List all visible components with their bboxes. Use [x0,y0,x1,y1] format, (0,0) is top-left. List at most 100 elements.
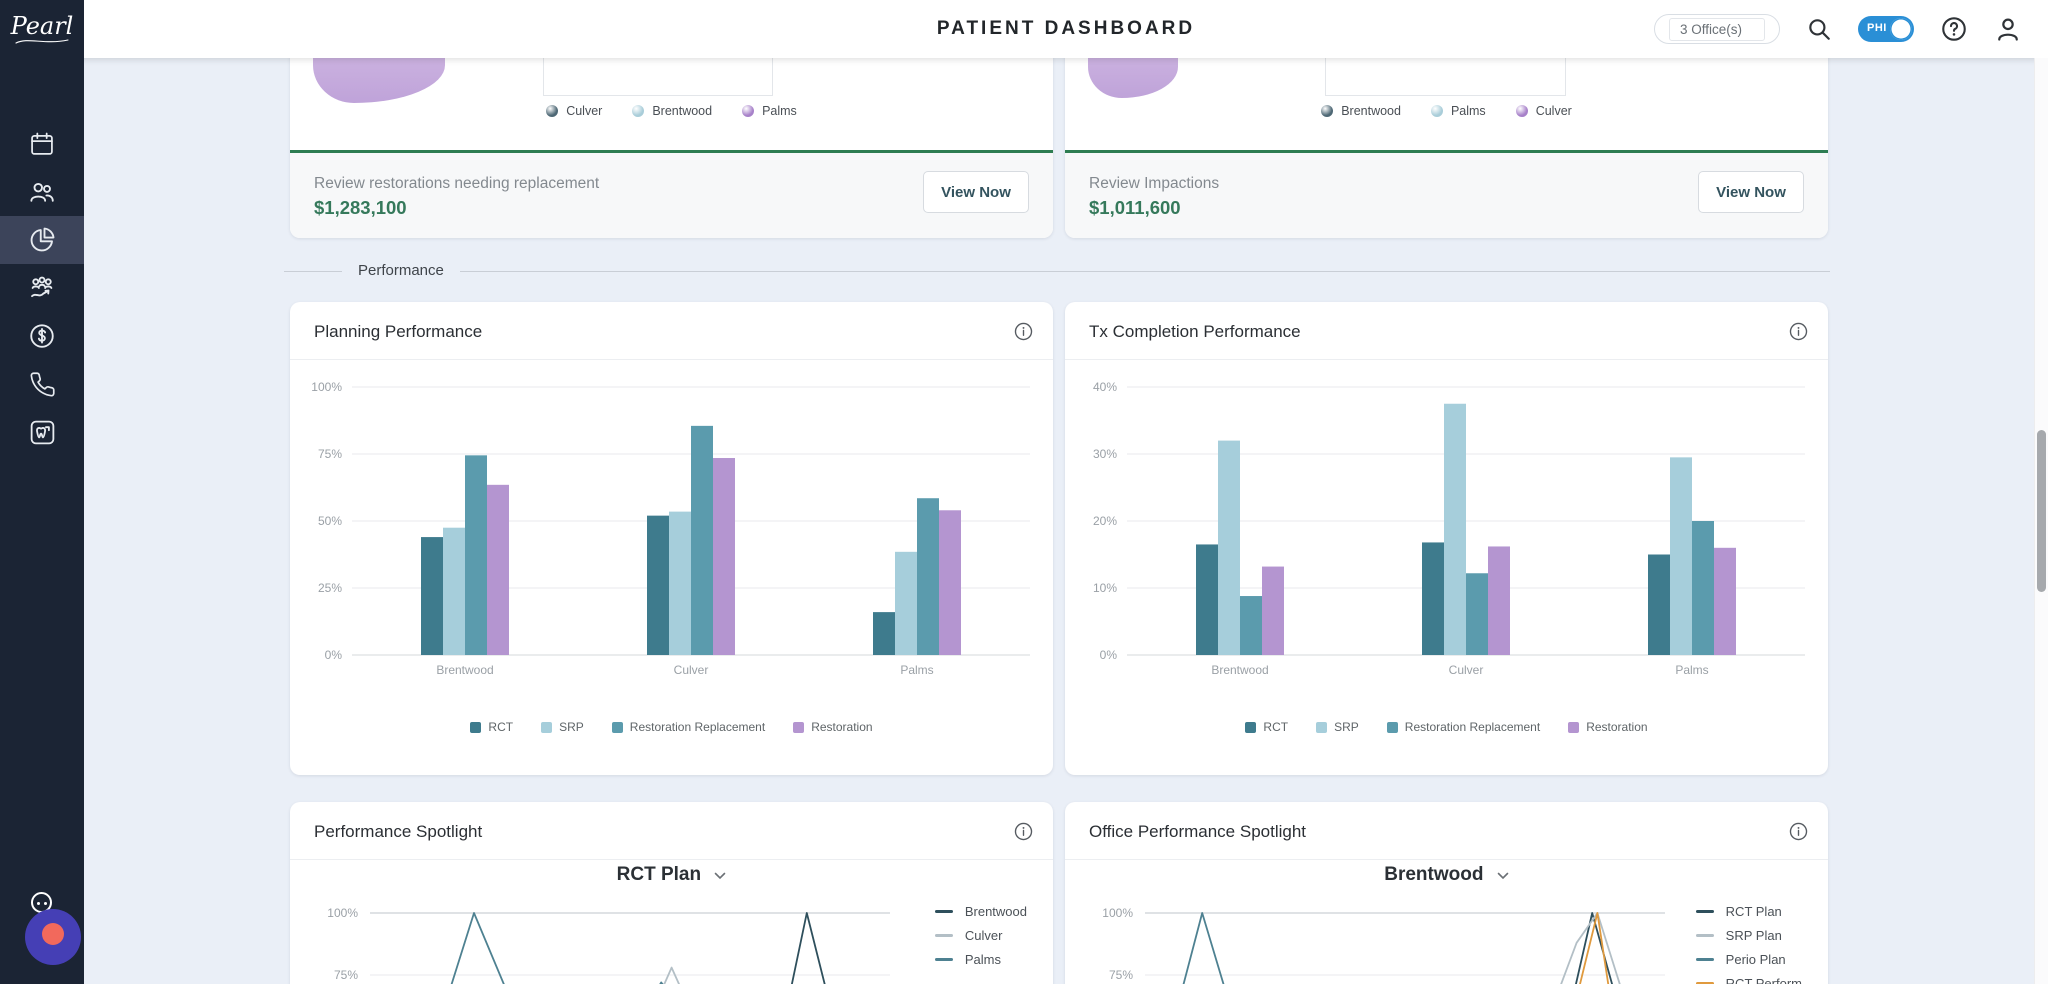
summary-footer: Review restorations needing replacement … [290,153,1053,238]
calendar-icon [28,130,56,158]
sidebar-item-dashboard[interactable] [0,216,84,264]
legend-label: Restoration [811,720,872,734]
divider-line [284,271,1830,272]
legend-item: Perio Plan [1696,951,1802,968]
phi-toggle-knob[interactable] [1890,18,1912,40]
summary-card-restorations: CulverBrentwoodPalms Review restorations… [290,58,1053,238]
chevron-down-icon [1497,872,1509,880]
main-content: Culver Brentwood Palms Review restorations… [84,58,2034,984]
tx-completion-card: Tx Completion Performance 0%10%20%30%40%… [1065,302,1828,775]
info-icon[interactable] [1014,322,1033,346]
legend-label: Restoration [1586,720,1647,734]
legend-item: SRP Plan [1696,927,1802,944]
line-chart-legend: RCT PlanSRP PlanPerio PlanRCT Perform [1696,903,1802,984]
legend-item: SRP [1316,720,1359,734]
legend-item: Restoration Replacement [1387,720,1540,734]
user-account-icon[interactable] [1994,15,2022,43]
fab-record-dot [42,923,64,945]
legend-label: Restoration Replacement [630,720,765,734]
sidebar-item-team-performance[interactable] [0,264,84,312]
summary-message: Review restorations needing replacement [314,175,599,193]
legend-dot [632,105,644,117]
dollar-circle-icon [27,321,57,351]
view-now-button[interactable]: View Now [923,171,1029,213]
performance-section-divider: Performance [284,263,1830,279]
legend-item: RCT [470,720,513,734]
svg-text:10%: 10% [1093,581,1117,595]
legend-dot [742,105,754,117]
legend-label: Brentwood [652,104,712,118]
sidebar-item-calls[interactable] [0,360,84,408]
legend-swatch [935,958,953,961]
legend-label: Culver [1536,104,1572,118]
legend-swatch [1696,958,1714,961]
sidebar-item-imaging[interactable] [0,408,84,456]
pearl-logo[interactable]: Pearl [0,12,84,46]
tx-completion-bar-chart: 0%10%20%30%40%BrentwoodCulverPalms [1065,361,1828,716]
legend-swatch [612,722,623,733]
clipped-chart-frame [543,58,773,96]
summary-footer: Review Impactions $1,011,600 View Now [1065,153,1828,238]
performance-spotlight-card: Performance Spotlight RCT Plan 100%75%50… [290,802,1053,984]
svg-text:75%: 75% [318,447,342,461]
svg-text:0%: 0% [1100,648,1118,662]
info-icon[interactable] [1014,822,1033,846]
scrollbar-thumb[interactable] [2037,430,2046,592]
svg-text:50%: 50% [318,514,342,528]
legend-item: RCT [1245,720,1288,734]
legend-item: Culver [1516,104,1572,118]
bar-chart-legend: RCTSRPRestoration ReplacementRestoration [290,720,1053,734]
view-now-button[interactable]: View Now [1698,171,1804,213]
metric-selector-dropdown[interactable]: RCT Plan [290,864,1053,886]
legend-item: RCT Perform [1696,975,1802,984]
legend-label: Perio Plan [1726,952,1786,967]
offices-selector[interactable]: 3 Office(s) [1654,14,1780,44]
svg-text:20%: 20% [1093,514,1117,528]
office-performance-spotlight-card: Office Performance Spotlight Brentwood 1… [1065,802,1828,984]
clipped-donut-slice [1088,58,1178,98]
search-icon[interactable] [1806,16,1832,42]
scrollbar-track[interactable] [2034,58,2048,984]
card-header: Planning Performance [290,302,1053,360]
metric-selector-value: RCT Plan [617,864,701,885]
svg-text:0%: 0% [325,648,343,662]
assistant-fab-button[interactable] [25,909,81,965]
legend-label: Brentwood [1341,104,1401,118]
legend-item: Brentwood [632,104,712,118]
legend-swatch [541,722,552,733]
sidebar-item-schedule[interactable] [0,120,84,168]
clipped-donut-slice [313,58,445,103]
sidebar-item-patients[interactable] [0,168,84,216]
section-label: Performance [342,263,460,279]
svg-text:100%: 100% [1102,906,1133,920]
donut-legend: BrentwoodPalmsCulver [1065,104,1828,118]
help-icon[interactable] [1940,15,1968,43]
legend-label: RCT Perform [1726,976,1802,984]
donut-legend: CulverBrentwoodPalms [290,104,1053,118]
office-selector-dropdown[interactable]: Brentwood [1065,864,1828,886]
legend-label: Culver [566,104,602,118]
legend-item: Brentwood [1321,104,1401,118]
phi-toggle[interactable]: PHI [1858,16,1914,42]
tooth-scan-icon [28,418,57,447]
legend-swatch [1387,722,1398,733]
legend-swatch [470,722,481,733]
legend-item: Palms [935,951,1027,968]
info-icon[interactable] [1789,822,1808,846]
legend-item: Restoration Replacement [612,720,765,734]
svg-text:75%: 75% [334,968,358,982]
summary-amount: $1,011,600 [1089,197,1181,219]
offices-value[interactable]: 3 Office(s) [1669,18,1765,41]
legend-dot [546,105,558,117]
bar-chart-legend: RCT SRP Restoration Replacement Restoration [1065,720,1828,734]
svg-text:25%: 25% [318,581,342,595]
info-icon[interactable] [1789,322,1808,346]
legend-swatch [1696,910,1714,913]
sidebar-item-billing[interactable] [0,312,84,360]
svg-text:100%: 100% [311,380,342,394]
svg-text:Brentwood: Brentwood [1211,663,1268,677]
card-title: Office Performance Spotlight [1089,822,1306,842]
legend-label: Brentwood [965,904,1027,919]
legend-label: Restoration Replacement [1405,720,1540,734]
svg-text:Culver: Culver [674,663,709,677]
